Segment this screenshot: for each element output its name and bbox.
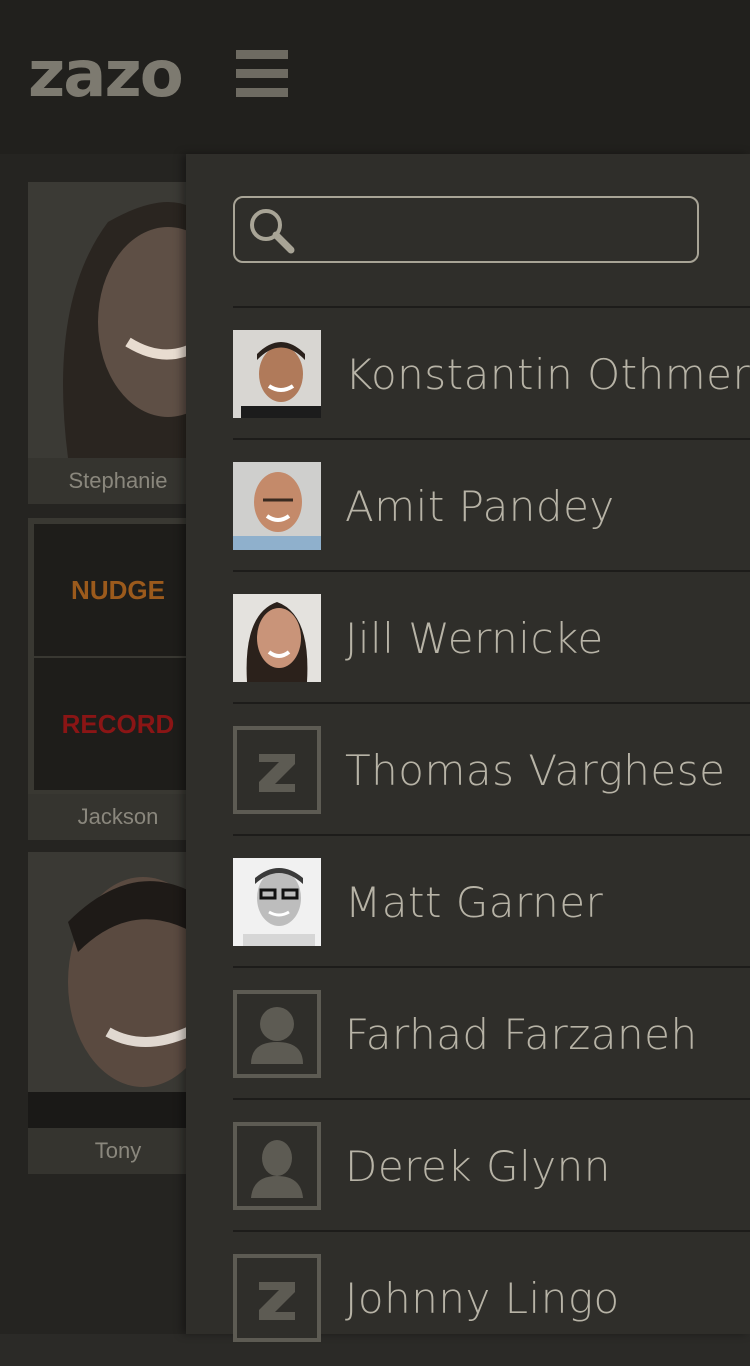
friend-tile[interactable]: Tony: [28, 852, 208, 1174]
contact-row[interactable]: Derek Glynn: [233, 1100, 750, 1230]
contact-name: Amit Pandey: [345, 482, 615, 531]
friend-name: Jackson: [28, 794, 208, 840]
person-silhouette-icon: [233, 1122, 321, 1210]
contact-row[interactable]: Amit Pandey: [233, 440, 750, 570]
friend-tile[interactable]: NUDGE RECORD Jackson: [28, 518, 208, 840]
contact-avatar: [233, 330, 321, 418]
friend-name: Stephanie: [28, 458, 208, 504]
contact-name: Konstantin Othmer: [345, 350, 750, 399]
search-input[interactable]: [233, 196, 699, 263]
contact-name: Matt Garner: [345, 878, 604, 927]
contact-row[interactable]: Konstantin Othmer: [233, 308, 750, 438]
record-button[interactable]: RECORD: [34, 658, 202, 790]
menu-icon[interactable]: [236, 50, 288, 98]
contact-name: Farhad Farzaneh: [345, 1010, 698, 1059]
friend-photo: [28, 182, 208, 458]
friend-tile[interactable]: Stephanie: [28, 182, 208, 504]
contact-name: Thomas Varghese: [345, 746, 726, 795]
contact-row[interactable]: Johnny Lingo: [233, 1232, 750, 1362]
friend-name: Tony: [28, 1128, 208, 1174]
contact-name: Derek Glynn: [345, 1142, 611, 1191]
contact-row[interactable]: Thomas Varghese: [233, 704, 750, 834]
contact-avatar: [233, 594, 321, 682]
contacts-drawer: Konstantin Othmer Amit Pandey Jill Werni…: [186, 154, 750, 1342]
contact-avatar: [233, 462, 321, 550]
zazo-logo: zazo: [28, 38, 184, 112]
contact-name: Jill Wernicke: [345, 614, 604, 663]
zazo-logo-icon: [233, 1254, 321, 1342]
contact-row[interactable]: Jill Wernicke: [233, 572, 750, 702]
contact-row[interactable]: Matt Garner: [233, 836, 750, 966]
top-bar: zazo: [0, 0, 750, 154]
search-icon: [250, 209, 295, 254]
zazo-logo-icon: [233, 726, 321, 814]
nudge-button[interactable]: NUDGE: [34, 524, 202, 656]
contact-name: Johnny Lingo: [345, 1274, 620, 1323]
person-silhouette-icon: [233, 990, 321, 1078]
friend-photo: [28, 852, 208, 1128]
contact-row[interactable]: Farhad Farzaneh: [233, 968, 750, 1098]
contact-avatar: [233, 858, 321, 946]
